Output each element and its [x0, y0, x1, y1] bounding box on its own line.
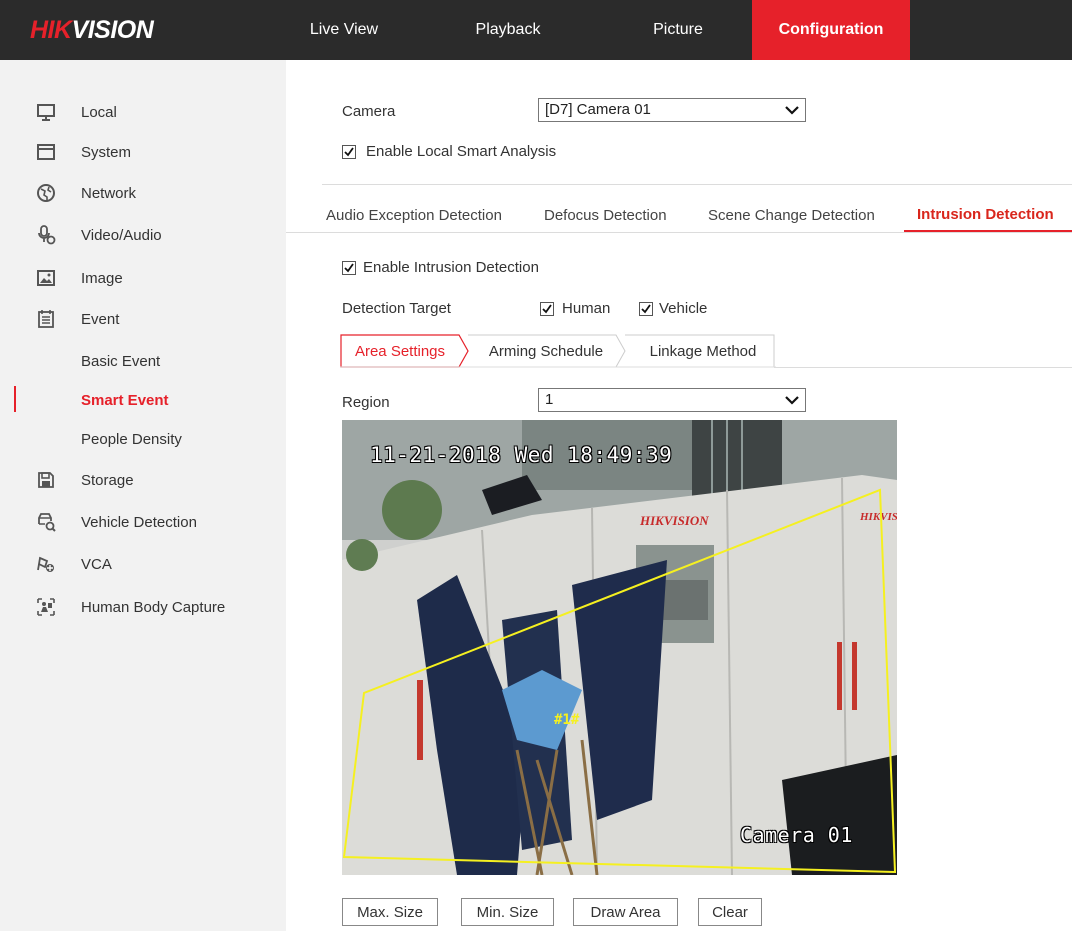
window-icon [37, 144, 55, 160]
divider [322, 184, 1072, 185]
camera-select[interactable]: [D7] Camera 01 [538, 98, 806, 122]
wall-brand-text: HIKVISION [859, 511, 897, 523]
sidebar-item-label: System [81, 143, 132, 161]
button-label: Max. Size [357, 903, 423, 921]
active-tab-underline [904, 230, 1072, 232]
vehicle-search-icon [38, 513, 56, 532]
sidebar-item-vca[interactable]: VCA [0, 544, 286, 584]
sidebar-item-label: Event [81, 310, 120, 328]
monitor-icon [37, 104, 55, 121]
nav-picture-label: Picture [653, 21, 703, 38]
nav-configuration-label: Configuration [778, 21, 884, 38]
button-label: Min. Size [476, 903, 539, 921]
tab-intrusion-detection[interactable]: Intrusion Detection [917, 206, 1054, 223]
main-content: Camera [D7] Camera 01 Enable Local Smart… [286, 60, 1072, 931]
sidebar-item-label: Video/Audio [81, 226, 162, 244]
region-label: Region [342, 394, 390, 411]
min-size-button[interactable]: Min. Size [461, 898, 554, 926]
image-icon [37, 270, 55, 286]
enable-intrusion-detection-label: Enable Intrusion Detection [363, 259, 539, 276]
clear-button[interactable]: Clear [698, 898, 762, 926]
globe-icon [37, 184, 55, 202]
region-select-value: 1 [545, 391, 554, 408]
tabs-divider [286, 232, 1072, 233]
sidebar-item-image[interactable]: Image [0, 258, 286, 298]
step-label: Arming Schedule [488, 342, 604, 360]
live-video-canvas[interactable]: HIKVISION HIKVISION 11-21-2018 Wed 18:49… [342, 420, 897, 875]
sidebar-item-label: People Density [81, 430, 182, 448]
save-icon [38, 472, 54, 488]
checkmark-icon [542, 304, 552, 314]
sidebar-item-basic-event[interactable]: Basic Event [0, 341, 286, 381]
button-label: Clear [712, 903, 748, 921]
chevron-down-icon [785, 396, 799, 405]
sidebar-item-video-audio[interactable]: Video/Audio [0, 215, 286, 255]
sidebar-item-label: Human Body Capture [81, 598, 226, 616]
sidebar-item-label: Vehicle Detection [81, 513, 197, 531]
vca-icon [37, 556, 54, 572]
tab-defocus-detection[interactable]: Defocus Detection [544, 207, 667, 224]
sidebar-item-label: Storage [81, 471, 134, 489]
chevron-down-icon [785, 106, 799, 115]
checkmark-icon [344, 263, 354, 273]
sidebar-item-smart-event[interactable]: Smart Event [0, 380, 286, 420]
sidebar-item-system[interactable]: System [0, 132, 286, 172]
osd-camera-name: Camera 01 [740, 823, 853, 847]
sidebar-item-label: Smart Event [81, 391, 169, 409]
nav-live-view-label: Live View [309, 21, 379, 38]
sidebar-item-label: VCA [81, 555, 112, 573]
camera-label: Camera [342, 103, 396, 120]
tab-scene-change-detection[interactable]: Scene Change Detection [708, 207, 875, 224]
sidebar-item-people-density[interactable]: People Density [0, 419, 286, 459]
wall-brand-text: HIKVISION [639, 513, 709, 528]
microphone-icon [38, 225, 56, 245]
enable-local-smart-analysis-checkbox[interactable] [342, 145, 356, 159]
checkmark-icon [344, 147, 354, 157]
sidebar-item-network[interactable]: Network [0, 173, 286, 213]
step-linkage-method[interactable]: Linkage Method [630, 334, 776, 368]
sidebar: Local System Network Video/Audio Image E… [0, 60, 286, 931]
max-size-button[interactable]: Max. Size [342, 898, 438, 926]
detection-target-label: Detection Target [342, 300, 451, 317]
button-label: Draw Area [590, 903, 661, 921]
step-area-settings[interactable]: Area Settings [342, 334, 458, 368]
body-capture-icon [37, 598, 55, 616]
region-tag: #1# [554, 712, 580, 728]
tab-audio-exception-detection[interactable]: Audio Exception Detection [326, 207, 502, 224]
step-label: Linkage Method [649, 342, 757, 360]
nav-playback-label: Playback [475, 21, 541, 38]
nav-playback[interactable]: Playback [452, 0, 564, 60]
human-checkbox[interactable] [540, 302, 554, 316]
nav-configuration[interactable]: Configuration [752, 0, 910, 60]
osd-timestamp: 11-21-2018 Wed 18:49:39 [370, 443, 673, 467]
calendar-icon [38, 310, 54, 328]
sidebar-item-label: Image [81, 269, 123, 287]
sidebar-item-event[interactable]: Event [0, 299, 286, 339]
nav-live-view[interactable]: Live View [288, 0, 400, 60]
step-arming-schedule[interactable]: Arming Schedule [476, 334, 616, 368]
camera-select-value: [D7] Camera 01 [545, 101, 651, 118]
region-select[interactable]: 1 [538, 388, 806, 412]
sidebar-item-label: Basic Event [81, 352, 161, 370]
step-tabs-baseline [774, 367, 1072, 368]
draw-area-button[interactable]: Draw Area [573, 898, 678, 926]
enable-intrusion-detection-checkbox[interactable] [342, 261, 356, 275]
vehicle-checkbox[interactable] [639, 302, 653, 316]
human-label: Human [562, 300, 611, 317]
top-navigation-bar: HIKVISION Live View Playback Picture Con… [0, 0, 1072, 60]
sidebar-item-label: Network [81, 184, 137, 202]
camera-scene: HIKVISION HIKVISION [342, 420, 897, 875]
sidebar-item-local[interactable]: Local [0, 92, 286, 132]
sidebar-item-vehicle-detection[interactable]: Vehicle Detection [0, 502, 286, 542]
sidebar-item-label: Local [81, 103, 117, 121]
sidebar-item-human-body-capture[interactable]: Human Body Capture [0, 587, 286, 627]
nav-picture[interactable]: Picture [622, 0, 734, 60]
enable-local-smart-analysis-label: Enable Local Smart Analysis [366, 143, 557, 160]
vehicle-label: Vehicle [659, 300, 708, 317]
hikvision-logo: HIKVISION [30, 16, 154, 44]
sidebar-item-storage[interactable]: Storage [0, 460, 286, 500]
step-label: Area Settings [354, 342, 446, 360]
checkmark-icon [641, 304, 651, 314]
